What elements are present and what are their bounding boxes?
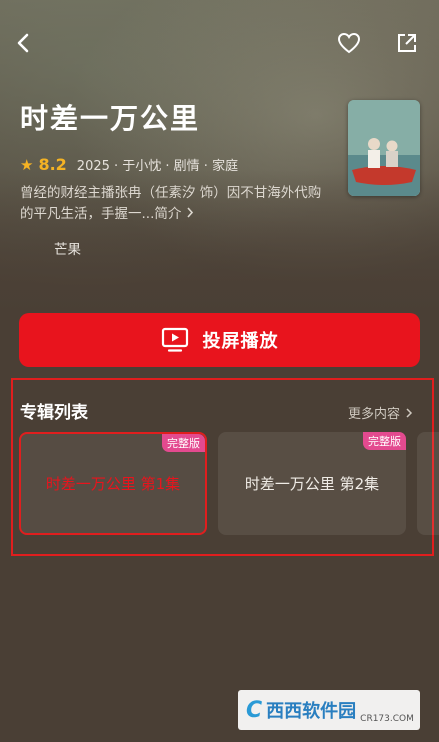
star-icon: ★	[20, 155, 34, 174]
chevron-right-icon	[406, 407, 413, 418]
meta-row: ★ 8.2 2025 · 于小忱 · 剧情 · 家庭	[20, 155, 238, 174]
show-title: 时差一万公里	[20, 102, 201, 135]
full-version-badge: 完整版	[363, 432, 406, 450]
more-content-link[interactable]: 更多内容	[348, 403, 415, 422]
back-arrow-icon	[17, 33, 29, 53]
heart-icon	[337, 32, 361, 54]
full-version-badge: 完整版	[162, 434, 205, 452]
album-title: 专辑列表	[20, 403, 88, 423]
watermark-icon: C	[246, 697, 263, 723]
top-bar	[0, 28, 439, 60]
more-content-label: 更多内容	[348, 407, 401, 422]
episode-list: 时差一万公里 第1集 完整版 时差一万公里 第2集 完整版	[19, 432, 439, 536]
platform-label: 芒果	[54, 242, 81, 258]
watermark-name: 西西软件园	[266, 701, 357, 722]
show-meta: 2025 · 于小忱 · 剧情 · 家庭	[76, 159, 239, 174]
chevron-right-icon	[187, 207, 193, 218]
share-button[interactable]	[392, 28, 422, 58]
episode-card-2[interactable]: 时差一万公里 第2集 完整版	[218, 432, 406, 535]
watermark-logo: C 西西软件园 CR173.COM	[238, 690, 420, 730]
episode-label: 时差一万公里 第2集	[244, 475, 380, 493]
watermark-domain: CR173.COM	[360, 714, 414, 724]
show-poster[interactable]	[348, 100, 420, 196]
episode-card-3[interactable]	[417, 432, 439, 535]
favorite-button[interactable]	[334, 28, 364, 58]
episode-label: 时差一万公里 第1集	[45, 475, 181, 493]
share-icon	[398, 34, 416, 52]
poster-art	[348, 100, 420, 196]
cast-button-label: 投屏播放	[202, 331, 279, 352]
intro-link[interactable]: 简介	[154, 206, 181, 222]
cast-button[interactable]: 投屏播放	[19, 313, 420, 367]
back-button[interactable]	[8, 28, 38, 58]
rating-score: 8.2	[38, 155, 67, 174]
tv-play-icon	[161, 327, 188, 352]
episode-card-1[interactable]: 时差一万公里 第1集 完整版	[19, 432, 207, 535]
show-description[interactable]: 曾经的财经主播张冉（任素汐 饰）因不甘海外代购的平凡生活，手握一...简介	[20, 183, 330, 225]
